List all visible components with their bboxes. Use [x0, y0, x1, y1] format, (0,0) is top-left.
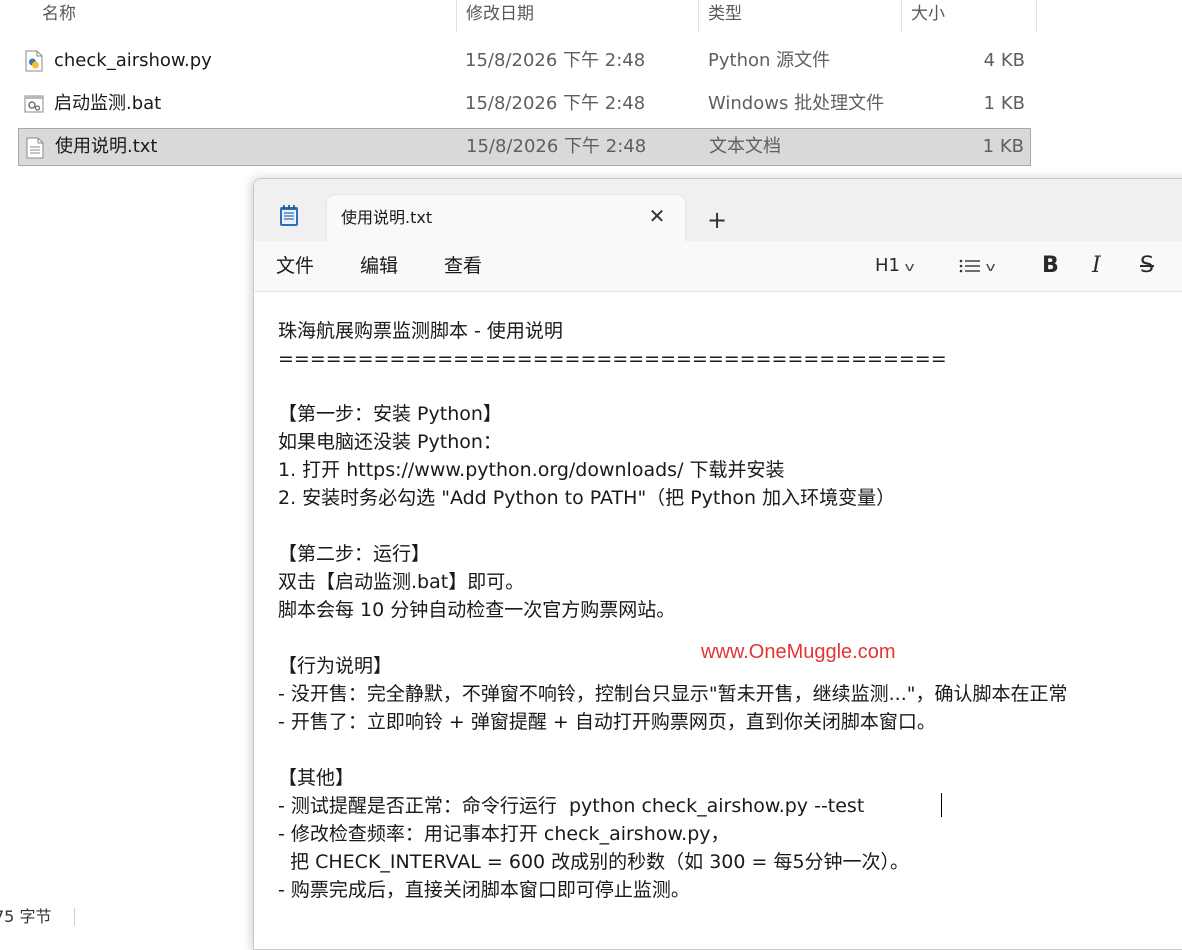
file-row[interactable]: 启动监测.bat 15/8/2026 下午 2:48 Windows 批处理文件… — [18, 85, 1031, 123]
text-file-icon — [26, 137, 44, 159]
text-line: 珠海航展购票监测脚本 - 使用说明 — [278, 320, 563, 342]
column-divider[interactable] — [901, 0, 902, 32]
notepad-app-icon — [280, 205, 298, 226]
text-line: - 测试提醒是否正常：命令行运行 python check_airshow.py… — [278, 795, 865, 817]
column-header-name[interactable]: 名称 — [42, 0, 76, 32]
file-modified: 15/8/2026 下午 2:48 — [465, 93, 646, 114]
tab-title: 使用说明.txt — [341, 208, 433, 227]
text-line: 【其他】 — [278, 767, 355, 789]
file-size: 1 KB — [982, 136, 1024, 157]
bold-button[interactable]: B — [1042, 241, 1059, 291]
text-caret — [941, 793, 942, 817]
strikethrough-button[interactable]: S — [1140, 241, 1154, 291]
menu-view[interactable]: 查看 — [444, 241, 482, 291]
file-name: check_airshow.py — [54, 50, 212, 71]
list-dropdown[interactable]: v — [959, 241, 996, 291]
file-modified: 15/8/2026 下午 2:48 — [466, 136, 647, 157]
status-bar-text: 75 字节 — [0, 907, 52, 926]
bullet-list-icon — [959, 259, 980, 273]
menu-bar: 文件 编辑 查看 H1 v v B I S — [254, 241, 1182, 292]
status-divider — [74, 908, 75, 926]
column-divider[interactable] — [1036, 0, 1037, 32]
menu-file[interactable]: 文件 — [276, 241, 314, 291]
chevron-down-icon: v — [904, 260, 915, 274]
text-line: 如果电脑还没装 Python： — [278, 431, 502, 453]
file-row[interactable]: check_airshow.py 15/8/2026 下午 2:48 Pytho… — [18, 42, 1031, 80]
column-header-size[interactable]: 大小 — [911, 0, 945, 32]
text-line: ========================================… — [278, 348, 947, 370]
text-line: 脚本会每 10 分钟自动检查一次官方购票网站。 — [278, 599, 676, 621]
python-file-icon — [25, 50, 43, 72]
text-line: 双击【启动监测.bat】即可。 — [278, 571, 525, 593]
column-header-modified[interactable]: 修改日期 — [466, 0, 534, 32]
text-line: 【第二步：运行】 — [278, 543, 431, 565]
text-line: 1. 打开 https://www.python.org/downloads/ … — [278, 459, 785, 481]
italic-button[interactable]: I — [1092, 241, 1101, 291]
watermark: www.OneMuggle.com — [701, 641, 896, 663]
column-divider[interactable] — [698, 0, 699, 32]
file-type: Python 源文件 — [708, 50, 831, 71]
text-line: - 购票完成后，直接关闭脚本窗口即可停止监测。 — [278, 879, 690, 901]
text-line: - 修改检查频率：用记事本打开 check_airshow.py， — [278, 823, 730, 845]
new-tab-plus-icon[interactable]: + — [703, 206, 731, 234]
text-line: - 没开售：完全静默，不弹窗不响铃，控制台只显示"暂未开售，继续监测..."，确… — [278, 683, 1068, 705]
file-name: 启动监测.bat — [54, 93, 162, 114]
close-icon[interactable]: ✕ — [647, 206, 667, 226]
menu-edit[interactable]: 编辑 — [360, 241, 398, 291]
tab-document[interactable]: 使用说明.txt ✕ — [327, 195, 685, 241]
file-size: 4 KB — [983, 50, 1025, 71]
file-name: 使用说明.txt — [55, 136, 158, 157]
text-line: - 开售了：立即响铃 + 弹窗提醒 + 自动打开购票网页，直到你关闭脚本窗口。 — [278, 711, 936, 733]
file-type: 文本文档 — [709, 136, 781, 157]
column-divider[interactable] — [456, 0, 457, 32]
notepad-window[interactable]: 使用说明.txt ✕ + 文件 编辑 查看 H1 v v B I S 珠海航展购票… — [253, 178, 1182, 950]
file-size: 1 KB — [983, 93, 1025, 114]
file-row-selected[interactable]: 使用说明.txt 15/8/2026 下午 2:48 文本文档 1 KB — [18, 128, 1031, 166]
batch-file-icon — [24, 95, 44, 113]
title-bar[interactable]: 使用说明.txt ✕ + — [254, 179, 1182, 241]
heading-dropdown[interactable]: H1 v — [875, 241, 915, 291]
text-line: 2. 安装时务必勾选 "Add Python to PATH"（把 Python… — [278, 487, 896, 509]
file-modified: 15/8/2026 下午 2:48 — [465, 50, 646, 71]
text-line: 【行为说明】 — [278, 655, 393, 677]
text-line: 【第一步：安装 Python】 — [278, 403, 502, 425]
text-editor[interactable]: 珠海航展购票监测脚本 - 使用说明 ======================… — [254, 292, 1182, 949]
column-header-type[interactable]: 类型 — [708, 0, 742, 32]
heading-label: H1 — [875, 255, 900, 276]
chevron-down-icon: v — [985, 260, 996, 274]
file-type: Windows 批处理文件 — [708, 93, 885, 114]
text-line: 把 CHECK_INTERVAL = 600 改成别的秒数（如 300 = 每5… — [278, 851, 910, 873]
